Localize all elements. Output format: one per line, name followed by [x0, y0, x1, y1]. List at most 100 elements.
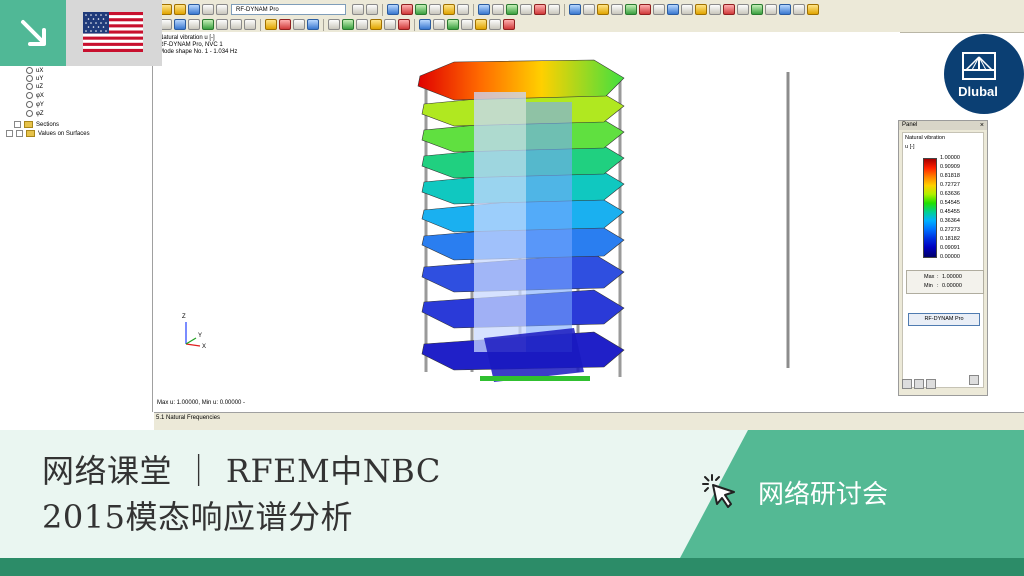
mode-icon	[26, 83, 33, 90]
wireframe-icon[interactable]	[279, 19, 291, 30]
building-model[interactable]	[154, 32, 900, 410]
nav-label: uX	[36, 67, 44, 74]
checkbox-icon[interactable]	[16, 130, 23, 137]
load-icon[interactable]	[597, 4, 609, 15]
surface-icon[interactable]	[583, 4, 595, 15]
undo-icon[interactable]	[216, 4, 228, 15]
mirror-icon[interactable]	[765, 4, 777, 15]
animate-icon[interactable]	[457, 4, 469, 15]
delete-icon[interactable]	[723, 4, 735, 15]
copy-icon[interactable]	[709, 4, 721, 15]
nav-item-ux[interactable]: uX	[26, 67, 43, 74]
check-icon[interactable]	[447, 19, 459, 30]
pan-icon[interactable]	[174, 19, 186, 30]
nav-item-phiz[interactable]: φZ	[26, 110, 44, 117]
legend-value: 0.18182	[940, 236, 960, 242]
checkbox-icon[interactable]	[14, 121, 21, 128]
export-icon[interactable]	[489, 19, 501, 30]
print-icon[interactable]	[202, 4, 214, 15]
view-icon[interactable]	[506, 4, 518, 15]
opening-icon[interactable]	[681, 4, 693, 15]
save-icon[interactable]	[188, 4, 200, 15]
divide-icon[interactable]	[779, 4, 791, 15]
module-dropdown[interactable]: RF-DYNAM Pro	[231, 4, 346, 15]
legend-value: 0.27273	[940, 227, 960, 233]
member-icon[interactable]	[569, 4, 581, 15]
settings-icon[interactable]	[503, 19, 515, 30]
us-flag-icon	[83, 12, 143, 52]
next-icon[interactable]	[366, 4, 378, 15]
expand-icon[interactable]	[6, 130, 13, 137]
legend-value: 0.45455	[940, 209, 960, 215]
solid-icon[interactable]	[667, 4, 679, 15]
model-viewport[interactable]: Natural vibration u [-] RF-DYNAM Pro, NV…	[154, 32, 900, 410]
deform-icon[interactable]	[443, 4, 455, 15]
rotate-icon[interactable]	[751, 4, 763, 15]
corner-tile	[0, 0, 66, 66]
results-icon[interactable]	[401, 4, 413, 15]
move-icon[interactable]	[737, 4, 749, 15]
report-icon[interactable]	[475, 19, 487, 30]
prev-icon[interactable]	[352, 4, 364, 15]
zoom-icon[interactable]	[520, 4, 532, 15]
release-icon[interactable]	[639, 4, 651, 15]
mode-icon	[26, 92, 33, 99]
nav-label: uY	[36, 75, 44, 82]
transparent-icon[interactable]	[293, 19, 305, 30]
logo-text: Dlubal	[958, 84, 998, 99]
measure-icon[interactable]	[534, 4, 546, 15]
nav-item-phix[interactable]: φX	[26, 92, 44, 99]
view-x-icon[interactable]	[216, 19, 228, 30]
legend-value: 0.90909	[940, 164, 960, 170]
dimension-icon[interactable]	[356, 19, 368, 30]
nav-label: φX	[36, 92, 44, 99]
fe-icon[interactable]	[433, 19, 445, 30]
webinar-label[interactable]: 网络研讨会	[758, 474, 888, 511]
grid-icon[interactable]	[548, 4, 560, 15]
panel-heading: Natural vibration	[905, 135, 946, 141]
plausibility-icon[interactable]	[461, 19, 473, 30]
view-z-icon[interactable]	[244, 19, 256, 30]
render-icon[interactable]	[265, 19, 277, 30]
result-panel: Panel × Natural vibration u [-] 1.00000 …	[898, 120, 988, 396]
panel-body: Natural vibration u [-] 1.00000 0.90909 …	[902, 132, 984, 388]
open-icon[interactable]	[174, 4, 186, 15]
help-icon[interactable]	[807, 4, 819, 15]
view-iso-icon[interactable]	[202, 19, 214, 30]
line-icon[interactable]	[695, 4, 707, 15]
numbering-icon[interactable]	[328, 19, 340, 30]
course-title-line-1: 网络课堂 ｜ RFEM中NBC	[42, 452, 441, 490]
supports	[480, 376, 590, 381]
max-value: 1.00000	[942, 274, 962, 280]
shade-icon[interactable]	[307, 19, 319, 30]
filter-panel-icon[interactable]	[914, 379, 924, 389]
support-icon[interactable]	[611, 4, 623, 15]
settings-panel-icon[interactable]	[926, 379, 936, 389]
close-icon[interactable]: ×	[980, 121, 984, 130]
filter-icon[interactable]	[492, 4, 504, 15]
guideline-icon[interactable]	[384, 19, 396, 30]
display-icon[interactable]	[415, 4, 427, 15]
nav-item-phiy[interactable]: φY	[26, 101, 44, 108]
node-icon[interactable]	[625, 4, 637, 15]
coords-icon[interactable]	[342, 19, 354, 30]
nav-item-uz[interactable]: uZ	[26, 83, 43, 90]
mesh-icon[interactable]	[419, 19, 431, 30]
nav-item-values-on-surfaces[interactable]: Values on Surfaces	[6, 130, 90, 137]
table-icon[interactable]	[478, 4, 490, 15]
zoom-window-icon[interactable]	[188, 19, 200, 30]
nav-item-uy[interactable]: uY	[26, 75, 43, 82]
section-icon[interactable]	[429, 4, 441, 15]
color-panel-icon[interactable]	[902, 379, 912, 389]
language-tile[interactable]	[66, 0, 162, 66]
connect-icon[interactable]	[793, 4, 805, 15]
snap-icon[interactable]	[398, 19, 410, 30]
calculate-icon[interactable]	[387, 4, 399, 15]
comment-icon[interactable]	[370, 19, 382, 30]
rf-dynam-pro-button[interactable]: RF-DYNAM Pro	[908, 313, 980, 326]
magnifier-icon[interactable]	[969, 375, 979, 385]
view-y-icon[interactable]	[230, 19, 242, 30]
nav-item-sections[interactable]: Sections	[14, 121, 59, 128]
course-title-line-2: 2015模态响应谱分析	[42, 498, 353, 536]
hinge-icon[interactable]	[653, 4, 665, 15]
